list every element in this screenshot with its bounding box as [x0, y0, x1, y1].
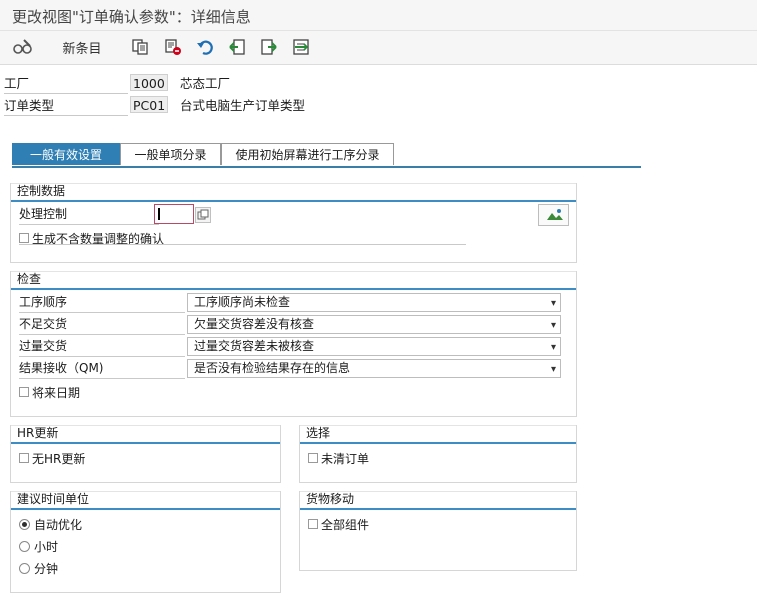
- glasses-edit-icon[interactable]: [10, 36, 36, 58]
- checkbox-box: [19, 453, 29, 463]
- window-title: 更改视图"订单确认参数"：详细信息: [12, 8, 251, 26]
- check-row-label: 工序顺序: [19, 293, 185, 313]
- prev-entry-icon[interactable]: [226, 36, 248, 58]
- qm-results-select[interactable]: 是否没有检验结果存在的信息 ▾: [187, 359, 561, 378]
- no-hr-update-checkbox[interactable]: 无HR更新: [19, 449, 85, 467]
- time-unit-group: 建议时间单位 自动优化 小时 分钟: [10, 491, 281, 593]
- checkbox-label: 将来日期: [32, 385, 81, 400]
- checkbox-box: [19, 233, 29, 243]
- new-entries-label: 新条目: [62, 41, 102, 57]
- tab-label: 使用初始屏幕进行工序分录: [235, 148, 380, 162]
- next-entry-icon[interactable]: [258, 36, 280, 58]
- checkbox-box: [308, 519, 318, 529]
- checkbox-label: 无HR更新: [32, 451, 86, 466]
- plant-value: 1000: [130, 74, 168, 91]
- delete-icon[interactable]: [162, 36, 184, 58]
- control-data-group: 控制数据 处理控制 生成不含数量调整的确认: [10, 183, 577, 263]
- undo-icon[interactable]: [194, 36, 216, 58]
- tab-general-item-entry[interactable]: 一般单项分录: [120, 143, 221, 165]
- radio-button: [19, 562, 30, 574]
- time-unit-title: 建议时间单位: [11, 491, 280, 510]
- tab-label: 一般单项分录: [134, 148, 207, 162]
- radio-auto-optimize[interactable]: 自动优化: [19, 515, 82, 533]
- chevron-down-icon: ▾: [550, 364, 556, 375]
- select-block-icon[interactable]: [290, 36, 312, 58]
- open-orders-checkbox[interactable]: 未清订单: [308, 449, 369, 467]
- selection-title: 选择: [300, 425, 576, 444]
- tab-general-settings[interactable]: 一般有效设置: [12, 143, 120, 165]
- checkbox-label: 未清订单: [321, 451, 370, 466]
- chevron-down-icon: ▾: [550, 298, 556, 309]
- check-row-label: 结果接收（QM): [19, 359, 185, 379]
- checks-group: 检查 工序顺序 工序顺序尚未检查 ▾ 不足交货 欠量交货容差没有核查 ▾ 过量交…: [10, 271, 577, 417]
- divider: [19, 244, 466, 245]
- select-value: 过量交货容差未被核查: [194, 339, 315, 353]
- goods-movement-group: 货物移动 全部组件: [299, 491, 577, 571]
- radio-label: 小时: [34, 539, 59, 554]
- check-row-label: 过量交货: [19, 337, 185, 357]
- select-value: 是否没有检验结果存在的信息: [194, 361, 351, 375]
- radio-button: [19, 540, 30, 552]
- radio-minutes[interactable]: 分钟: [19, 559, 58, 577]
- checkbox-label: 全部组件: [321, 517, 370, 532]
- application-toolbar: 新条目: [0, 31, 757, 65]
- image-icon[interactable]: [538, 204, 569, 226]
- new-entries-button[interactable]: 新条目: [56, 36, 108, 58]
- checkbox-box: [308, 453, 318, 463]
- selection-group: 选择 未清订单: [299, 425, 577, 483]
- tab-initial-screen-entry[interactable]: 使用初始屏幕进行工序分录: [221, 143, 394, 165]
- checks-title: 检查: [11, 271, 576, 290]
- select-value: 欠量交货容差没有核查: [194, 317, 315, 331]
- radio-button: [19, 518, 30, 530]
- plant-label: 工厂: [4, 74, 128, 94]
- all-components-checkbox[interactable]: 全部组件: [308, 515, 369, 533]
- underdelivery-select[interactable]: 欠量交货容差没有核查 ▾: [187, 315, 561, 334]
- copy-icon[interactable]: [129, 36, 151, 58]
- radio-hours[interactable]: 小时: [19, 537, 58, 555]
- tab-strip-underline: [12, 166, 641, 168]
- check-row-label: 不足交货: [19, 315, 185, 335]
- goods-movement-title: 货物移动: [300, 491, 576, 510]
- processing-control-input[interactable]: [154, 204, 194, 224]
- control-data-title: 控制数据: [11, 183, 576, 202]
- hr-update-group: HR更新 无HR更新: [10, 425, 281, 483]
- overdelivery-select[interactable]: 过量交货容差未被核查 ▾: [187, 337, 561, 356]
- tab-label: 一般有效设置: [29, 148, 102, 162]
- order-type-label: 订单类型: [4, 96, 128, 116]
- chevron-down-icon: ▾: [550, 342, 556, 353]
- order-type-value: PC01: [130, 96, 168, 113]
- select-value: 工序顺序尚未检查: [194, 295, 291, 309]
- chevron-down-icon: ▾: [550, 320, 556, 331]
- value-help-icon[interactable]: [195, 207, 211, 223]
- future-date-checkbox[interactable]: 将来日期: [19, 383, 80, 401]
- plant-description: 芯态工厂: [180, 76, 231, 91]
- radio-label: 分钟: [34, 561, 59, 576]
- processing-control-label: 处理控制: [19, 205, 159, 225]
- order-type-description: 台式电脑生产订单类型: [180, 98, 306, 113]
- operation-sequence-select[interactable]: 工序顺序尚未检查 ▾: [187, 293, 561, 312]
- checkbox-box: [19, 387, 29, 397]
- window-title-bar: 更改视图"订单确认参数"：详细信息: [0, 0, 757, 31]
- radio-label: 自动优化: [34, 517, 83, 532]
- text-caret: [158, 208, 160, 220]
- hr-update-title: HR更新: [11, 425, 280, 444]
